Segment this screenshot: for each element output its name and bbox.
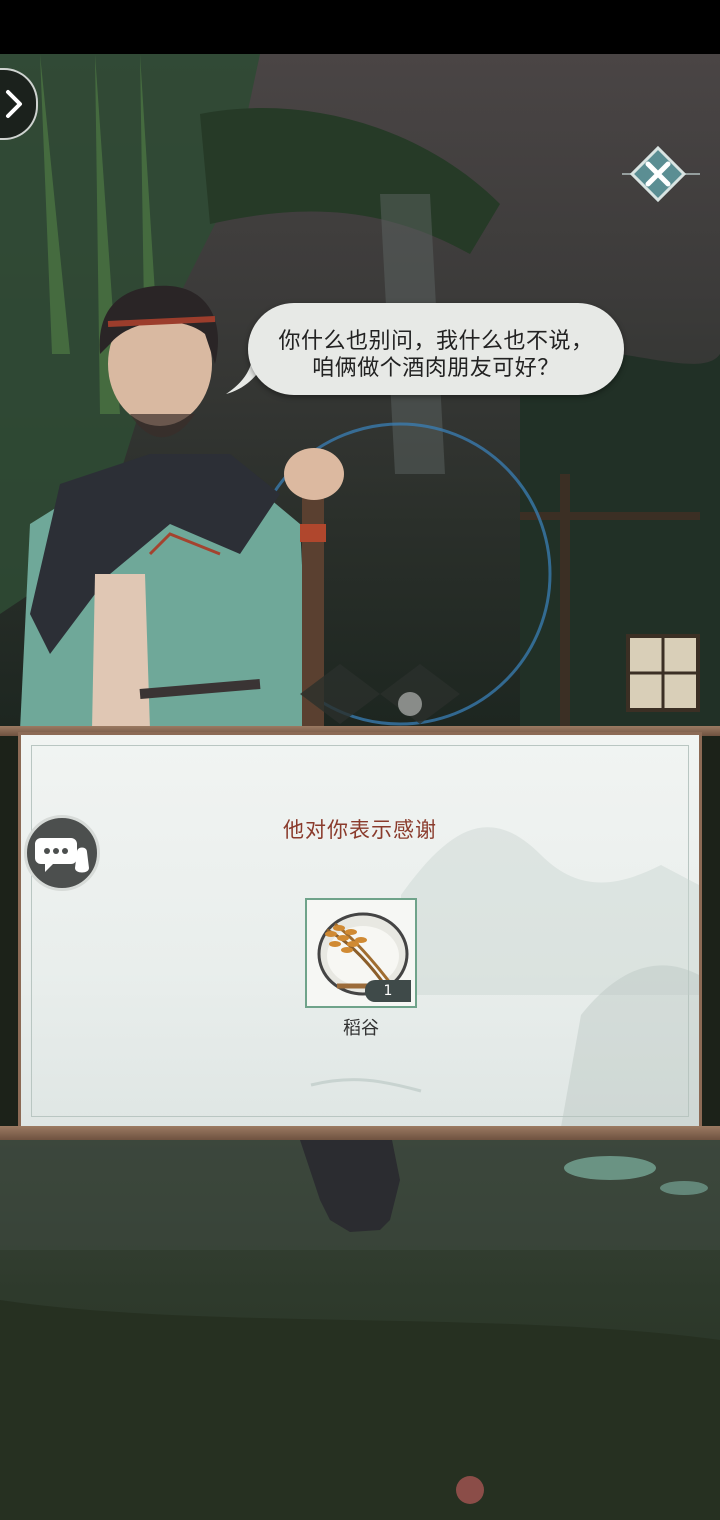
reward-panel: 他对你表示感谢 1 稻谷 [0, 726, 720, 1146]
speech-bubble[interactable]: 你什么也别问，我什么也不说， 咱俩做个酒肉朋友可好？ [248, 303, 624, 395]
item-name-label: 稻谷 [343, 1018, 379, 1039]
expand-menu-button[interactable] [0, 68, 38, 140]
chat-button[interactable] [24, 815, 100, 891]
chat-bubble-icon [35, 838, 89, 873]
lower-scene [0, 1140, 720, 1520]
status-bar [0, 0, 720, 54]
reward-item-slot[interactable]: 1 [305, 898, 417, 1008]
close-button[interactable] [620, 144, 704, 204]
chevron-right-icon [6, 90, 22, 118]
close-icon [622, 145, 700, 203]
dialogue-line-2: 咱俩做个酒肉朋友可好？ [312, 356, 560, 381]
reward-title: 他对你表示感谢 [283, 818, 437, 842]
panel-bottom-rail [0, 1126, 720, 1140]
item-count-badge: 1 [365, 980, 411, 1002]
lower-scene-illustration [0, 1140, 720, 1520]
